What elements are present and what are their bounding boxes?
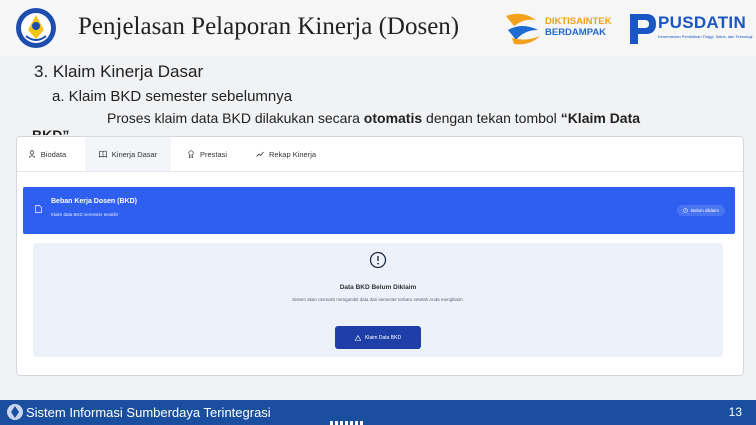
tab-prestasi[interactable]: Prestasi	[183, 137, 231, 171]
tab-label: Prestasi	[199, 149, 228, 159]
tab-rekap-kinerja[interactable]: Rekap Kinerja	[251, 137, 321, 171]
desc-quote: “Klaim Data	[560, 110, 641, 126]
tab-label: Rekap Kinerja	[268, 149, 317, 159]
section-heading: 3. Klaim Kinerja Dasar	[34, 62, 204, 81]
status-badge-label: Belum diklaim	[690, 208, 719, 213]
status-badge: Belum diklaim	[676, 205, 725, 216]
desc-bold: otomatis	[363, 110, 423, 126]
warning-icon	[354, 334, 361, 341]
empty-state-title: Data BKD Belum Diklaim	[339, 284, 417, 291]
footer-logo-icon	[7, 404, 23, 420]
banner-subtitle: Klaim data BKD semester terakhir	[51, 212, 119, 217]
user-icon	[28, 150, 36, 158]
tab-kinerja-dasar[interactable]: Kinerja Dasar	[85, 137, 171, 171]
dikti-logo-line1: DIKTISAINTEK	[545, 16, 612, 27]
claim-button-label: Klaim Data BKD	[364, 334, 402, 341]
description-text: Proses klaim data BKD dilakukan secara o…	[107, 110, 640, 126]
app-screenshot: Biodata Kinerja Dasar Prestasi Rekap Kin…	[16, 136, 744, 376]
book-icon	[98, 150, 107, 158]
slide-header: Penjelasan Pelaporan Kinerja (Dosen) DIK…	[0, 0, 756, 56]
empty-state-description: Sistem akan otomatis mengambil data dari…	[292, 297, 464, 302]
description-cut-text: BKD”	[32, 127, 70, 135]
award-icon	[188, 150, 194, 158]
klaim-data-bkd-button[interactable]: Klaim Data BKD	[335, 326, 421, 349]
slide-title: Penjelasan Pelaporan Kinerja (Dosen)	[78, 13, 460, 40]
alert-circle-icon	[369, 251, 387, 269]
trend-icon	[256, 151, 264, 157]
page-number: 13	[728, 405, 742, 419]
desc-part: Proses klaim data BKD dilakukan secara	[107, 110, 364, 126]
banner-title: Beban Kerja Dosen (BKD)	[51, 198, 137, 205]
tab-label: Kinerja Dasar	[111, 149, 158, 159]
footer-decoration	[330, 421, 364, 425]
tab-label: Biodata	[40, 149, 67, 159]
pusdatin-logo-subtext: Kementerian Pendidikan Tinggi, Sains, da…	[658, 34, 753, 39]
dikti-logo-text: DIKTISAINTEK BERDAMPAK	[545, 16, 612, 38]
document-icon	[35, 205, 42, 213]
tut-wuri-handayani-logo	[16, 8, 56, 48]
footer-text: Sistem Informasi Sumberdaya Terintegrasi	[26, 405, 271, 420]
dikti-logo-line2: BERDAMPAK	[545, 27, 607, 38]
subsection-heading: a. Klaim BKD semester sebelumnya	[52, 88, 293, 105]
bkd-banner: Beban Kerja Dosen (BKD) Klaim data BKD s…	[23, 187, 735, 234]
slide-footer: Sistem Informasi Sumberdaya Terintegrasi…	[0, 400, 756, 425]
empty-state-card: Data BKD Belum Diklaim Sistem akan otoma…	[33, 243, 723, 357]
tab-bar: Biodata Kinerja Dasar Prestasi Rekap Kin…	[17, 137, 743, 172]
pusdatin-logo-text: PUSDATIN	[658, 13, 747, 32]
clock-icon	[683, 208, 688, 213]
desc-part: dengan tekan tombol	[422, 110, 561, 126]
tab-biodata[interactable]: Biodata	[21, 137, 73, 171]
